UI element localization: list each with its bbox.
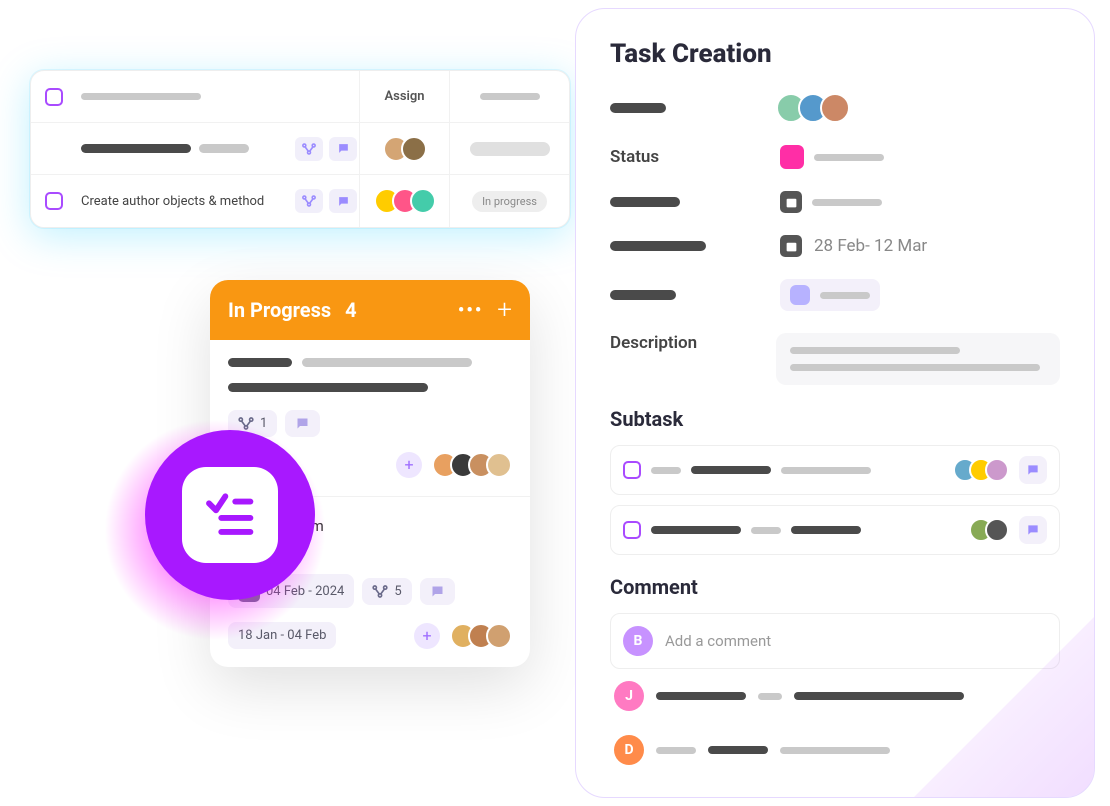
assign-column-header: Assign xyxy=(359,71,449,122)
status-label: Status xyxy=(610,147,760,167)
kanban-header: In Progress 4 ••• + xyxy=(210,280,530,340)
status-swatch[interactable] xyxy=(780,145,804,169)
avatar: J xyxy=(614,681,644,711)
comment-icon[interactable] xyxy=(1019,516,1047,544)
assignees[interactable] xyxy=(969,518,1009,542)
comment-placeholder: Add a comment xyxy=(665,632,771,650)
priority-swatch[interactable] xyxy=(790,285,810,305)
calendar-icon[interactable] xyxy=(780,235,802,257)
subtask-heading: Subtask xyxy=(610,407,1060,431)
select-all-checkbox[interactable] xyxy=(45,88,63,106)
assignees[interactable] xyxy=(450,623,512,649)
status-pill[interactable]: In progress xyxy=(472,191,547,212)
add-assignee-icon[interactable]: + xyxy=(396,452,422,478)
subtask-row[interactable] xyxy=(610,505,1060,555)
description-label: Description xyxy=(610,333,756,353)
checklist-icon xyxy=(182,467,278,563)
subtasks-icon[interactable] xyxy=(295,137,323,161)
task-title: Create author objects & method xyxy=(77,194,293,209)
table-row[interactable] xyxy=(31,123,569,175)
table-row[interactable]: Create author objects & method In progre… xyxy=(31,175,569,227)
task-detail-panel: Task Creation Status 28 Feb xyxy=(575,8,1095,798)
comment-chip[interactable] xyxy=(285,410,320,437)
comment-icon[interactable] xyxy=(329,189,357,213)
assignees[interactable] xyxy=(383,136,427,162)
description-box[interactable] xyxy=(776,333,1060,385)
assignees[interactable] xyxy=(953,458,1009,482)
kanban-add-icon[interactable]: + xyxy=(497,295,512,325)
add-assignee-icon[interactable]: + xyxy=(414,623,440,649)
assignees[interactable] xyxy=(432,452,512,478)
comment-heading: Comment xyxy=(610,575,1060,599)
panel-title: Task Creation xyxy=(610,39,1060,69)
date-range: 28 Feb- 12 Mar xyxy=(814,236,927,256)
calendar-icon[interactable] xyxy=(780,191,802,213)
subtask-row[interactable] xyxy=(610,445,1060,495)
subtask-checkbox[interactable] xyxy=(623,461,641,479)
comment-chip[interactable] xyxy=(420,578,455,605)
add-comment-input[interactable]: B Add a comment xyxy=(610,613,1060,669)
comment-row: J xyxy=(610,669,1060,723)
kanban-title: In Progress xyxy=(228,298,331,322)
task-table: Assign Create author objects & method xyxy=(30,70,570,228)
comment-icon[interactable] xyxy=(1019,456,1047,484)
table-header-row: Assign xyxy=(31,71,569,123)
subtask-checkbox[interactable] xyxy=(623,521,641,539)
avatar: B xyxy=(623,626,653,656)
row-checkbox[interactable] xyxy=(45,192,63,210)
kanban-count: 4 xyxy=(345,298,356,322)
comment-icon[interactable] xyxy=(329,137,357,161)
assignees[interactable] xyxy=(374,188,436,214)
assignees[interactable] xyxy=(776,93,850,123)
subtask-count-chip[interactable]: 5 xyxy=(362,578,411,605)
avatar: D xyxy=(614,735,644,765)
subtasks-icon[interactable] xyxy=(295,189,323,213)
kanban-menu-icon[interactable]: ••• xyxy=(458,300,483,321)
app-badge xyxy=(145,430,315,600)
